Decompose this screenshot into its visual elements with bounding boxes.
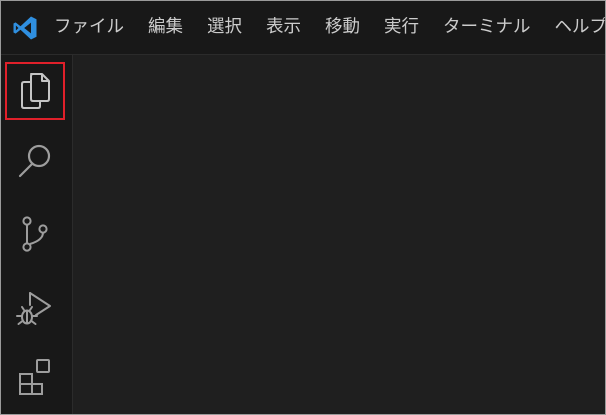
menu-file[interactable]: ファイル <box>52 1 136 54</box>
activity-source-control-button[interactable] <box>5 205 65 263</box>
explorer-files-icon <box>18 72 52 110</box>
extensions-icon <box>15 357 55 397</box>
menu-terminal[interactable]: ターミナル <box>431 1 543 54</box>
menu-bar: ファイル 編集 選択 表示 移動 実行 ターミナル ヘルプ <box>52 1 606 54</box>
activity-search-button[interactable] <box>5 132 65 190</box>
source-control-icon <box>18 214 52 254</box>
menu-run[interactable]: 実行 <box>372 1 431 54</box>
activity-explorer-button[interactable] <box>5 62 65 120</box>
vscode-logo-icon <box>12 15 38 41</box>
vscode-window: ファイル 編集 選択 表示 移動 実行 ターミナル ヘルプ <box>0 0 606 415</box>
activity-bar <box>1 55 73 414</box>
run-debug-icon <box>14 285 56 327</box>
search-icon <box>15 141 55 181</box>
activity-run-debug-button[interactable] <box>5 277 65 335</box>
menu-help[interactable]: ヘルプ <box>543 1 606 54</box>
editor-area <box>73 55 605 414</box>
menu-edit[interactable]: 編集 <box>136 1 195 54</box>
menu-view[interactable]: 表示 <box>254 1 313 54</box>
activity-extensions-button[interactable] <box>5 348 65 406</box>
menu-go[interactable]: 移動 <box>313 1 372 54</box>
menu-selection[interactable]: 選択 <box>195 1 254 54</box>
title-bar: ファイル 編集 選択 表示 移動 実行 ターミナル ヘルプ <box>1 1 605 55</box>
